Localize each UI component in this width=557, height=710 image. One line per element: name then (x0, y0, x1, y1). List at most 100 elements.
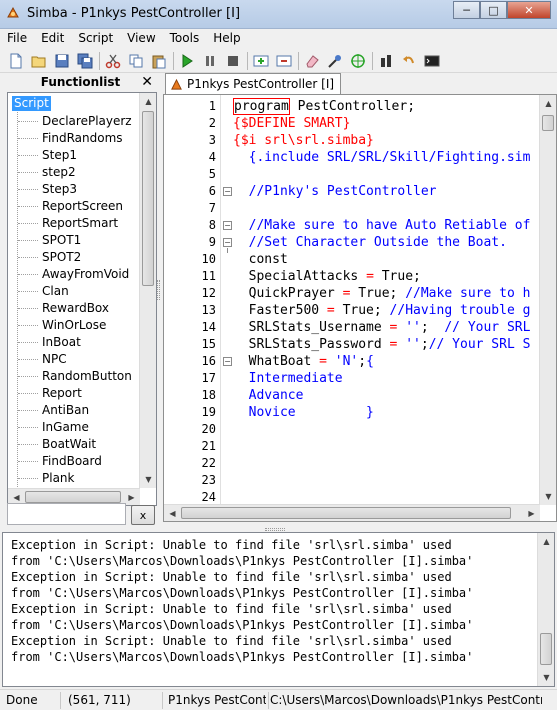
code-line[interactable] (233, 472, 538, 489)
code-line[interactable]: Intermediate (233, 370, 538, 387)
vertical-splitter[interactable] (157, 280, 160, 300)
scroll-thumb[interactable] (142, 111, 154, 286)
functionlist-close-icon[interactable]: ✕ (141, 74, 153, 90)
open-icon[interactable] (29, 51, 49, 71)
functionlist-item[interactable]: RandomButton (8, 368, 142, 385)
scroll-down-icon[interactable]: ▼ (538, 669, 554, 686)
code-editor[interactable]: 1 2 3 4 5 6 7 8 9 10 11 12 13 14 15 16 17 18 19 20 21 22 23 24 … (163, 94, 557, 522)
code-text[interactable]: program PestController; {$DEFINE SMART} {$… (233, 98, 538, 506)
code-line[interactable]: //Make sure to have Auto Retiable of (233, 217, 538, 234)
code-line[interactable]: program PestController; (233, 98, 538, 115)
code-line[interactable]: SRLStats_Username = ''; // Your SRL (233, 319, 538, 336)
scroll-down-icon[interactable]: ▼ (540, 488, 556, 505)
plugin-icon[interactable] (376, 51, 396, 71)
functionlist-item[interactable]: Report (8, 385, 142, 402)
scroll-up-icon[interactable]: ▲ (140, 93, 156, 110)
functionlist-item[interactable]: DeclarePlayerz (8, 113, 142, 130)
fold-toggle-icon[interactable]: − (223, 238, 232, 247)
functionlist-vertical-scrollbar[interactable]: ▲ ▼ (139, 93, 156, 488)
code-line[interactable] (233, 455, 538, 472)
functionlist-tree[interactable]: Script DeclarePlayerz FindRandoms Step1 ste… (7, 92, 157, 506)
save-icon[interactable] (52, 51, 72, 71)
code-line[interactable]: {.include SRL/SRL/Skill/Fighting.sim (233, 149, 538, 166)
close-button[interactable]: ✕ (507, 1, 551, 19)
horizontal-splitter[interactable] (265, 528, 285, 531)
scroll-left-icon[interactable]: ◀ (164, 505, 181, 521)
functionlist-item[interactable]: FindBoard (8, 453, 142, 470)
code-line[interactable]: WhatBoat = 'N';{ (233, 353, 538, 370)
code-line[interactable]: SpecialAttacks = True; (233, 268, 538, 285)
code-line[interactable]: Advance (233, 387, 538, 404)
functionlist-search-input[interactable] (7, 503, 126, 525)
functionlist-item[interactable]: Step3 (8, 181, 142, 198)
code-line[interactable]: const (233, 251, 538, 268)
code-line[interactable]: {$DEFINE SMART} (233, 115, 538, 132)
menu-file[interactable]: File (0, 29, 34, 48)
menu-help[interactable]: Help (206, 29, 247, 48)
scroll-thumb[interactable] (542, 115, 554, 131)
debug-vertical-scrollbar[interactable]: ▲ ▼ (537, 533, 554, 686)
code-line[interactable] (233, 438, 538, 455)
undo-icon[interactable] (399, 51, 419, 71)
code-line[interactable]: //Set Character Outside the Boat. (233, 234, 538, 251)
copy-icon[interactable] (126, 51, 146, 71)
run-icon[interactable] (177, 51, 197, 71)
stop-icon[interactable] (223, 51, 243, 71)
scroll-thumb[interactable] (181, 507, 511, 519)
functionlist-item[interactable]: Step1 (8, 147, 142, 164)
eraser-icon[interactable] (302, 51, 322, 71)
code-line[interactable]: Faster500 = True; //Having trouble g (233, 302, 538, 319)
code-line[interactable]: Novice } (233, 404, 538, 421)
fold-toggle-icon[interactable]: − (223, 357, 232, 366)
fold-toggle-icon[interactable]: − (223, 187, 232, 196)
color-picker-icon[interactable] (325, 51, 345, 71)
code-line[interactable]: QuickPrayer = True; //Make sure to h (233, 285, 538, 302)
title-bar[interactable]: Simba - P1nkys PestController [I] ─ □ ✕ (0, 0, 557, 29)
code-line[interactable]: SRLStats_Password = '';// Your SRL S (233, 336, 538, 353)
menu-tools[interactable]: Tools (163, 29, 207, 48)
functionlist-item[interactable]: WinOrLose (8, 317, 142, 334)
tree-root-script[interactable]: Script (12, 95, 51, 111)
scroll-up-icon[interactable]: ▲ (540, 95, 556, 112)
console-icon[interactable] (422, 51, 442, 71)
maximize-button[interactable]: □ (480, 1, 507, 19)
functionlist-item[interactable]: ReportScreen (8, 198, 142, 215)
target-icon[interactable] (348, 51, 368, 71)
new-tab-icon[interactable] (251, 51, 271, 71)
functionlist-item[interactable]: step2 (8, 164, 142, 181)
tab-pestcontroller[interactable]: P1nkys PestController [I] (165, 73, 342, 94)
minimize-button[interactable]: ─ (453, 1, 480, 19)
menu-edit[interactable]: Edit (34, 29, 71, 48)
paste-icon[interactable] (149, 51, 169, 71)
debug-output[interactable]: Exception in Script: Unable to find file… (2, 532, 555, 687)
functionlist-item[interactable]: RewardBox (8, 300, 142, 317)
editor-horizontal-scrollbar[interactable]: ◀ ▶ (164, 504, 540, 521)
functionlist-item[interactable]: BoatWait (8, 436, 142, 453)
scroll-right-icon[interactable]: ▶ (523, 505, 540, 521)
code-line[interactable] (233, 166, 538, 183)
functionlist-item[interactable]: AntiBan (8, 402, 142, 419)
functionlist-item[interactable]: SPOT1 (8, 232, 142, 249)
code-line[interactable] (233, 200, 538, 217)
scroll-up-icon[interactable]: ▲ (538, 533, 554, 550)
functionlist-item[interactable]: Plank (8, 470, 142, 487)
functionlist-item[interactable]: AwayFromVoid (8, 266, 142, 283)
code-line[interactable]: //P1nky's PestController (233, 183, 538, 200)
close-tab-icon[interactable] (274, 51, 294, 71)
menu-view[interactable]: View (120, 29, 162, 48)
cut-icon[interactable] (103, 51, 123, 71)
functionlist-item[interactable]: Clan (8, 283, 142, 300)
fold-toggle-icon[interactable]: − (223, 221, 232, 230)
editor-vertical-scrollbar[interactable]: ▲ ▼ (539, 95, 556, 505)
functionlist-item[interactable]: ReportSmart (8, 215, 142, 232)
new-icon[interactable] (6, 51, 26, 71)
functionlist-item[interactable]: InGame (8, 419, 142, 436)
clear-search-button[interactable]: x (131, 505, 155, 525)
save-all-icon[interactable] (75, 51, 95, 71)
code-line[interactable] (233, 421, 538, 438)
pause-icon[interactable] (200, 51, 220, 71)
menu-script[interactable]: Script (71, 29, 120, 48)
scroll-down-icon[interactable]: ▼ (140, 471, 156, 488)
functionlist-item[interactable]: SPOT2 (8, 249, 142, 266)
functionlist-item[interactable]: FindRandoms (8, 130, 142, 147)
